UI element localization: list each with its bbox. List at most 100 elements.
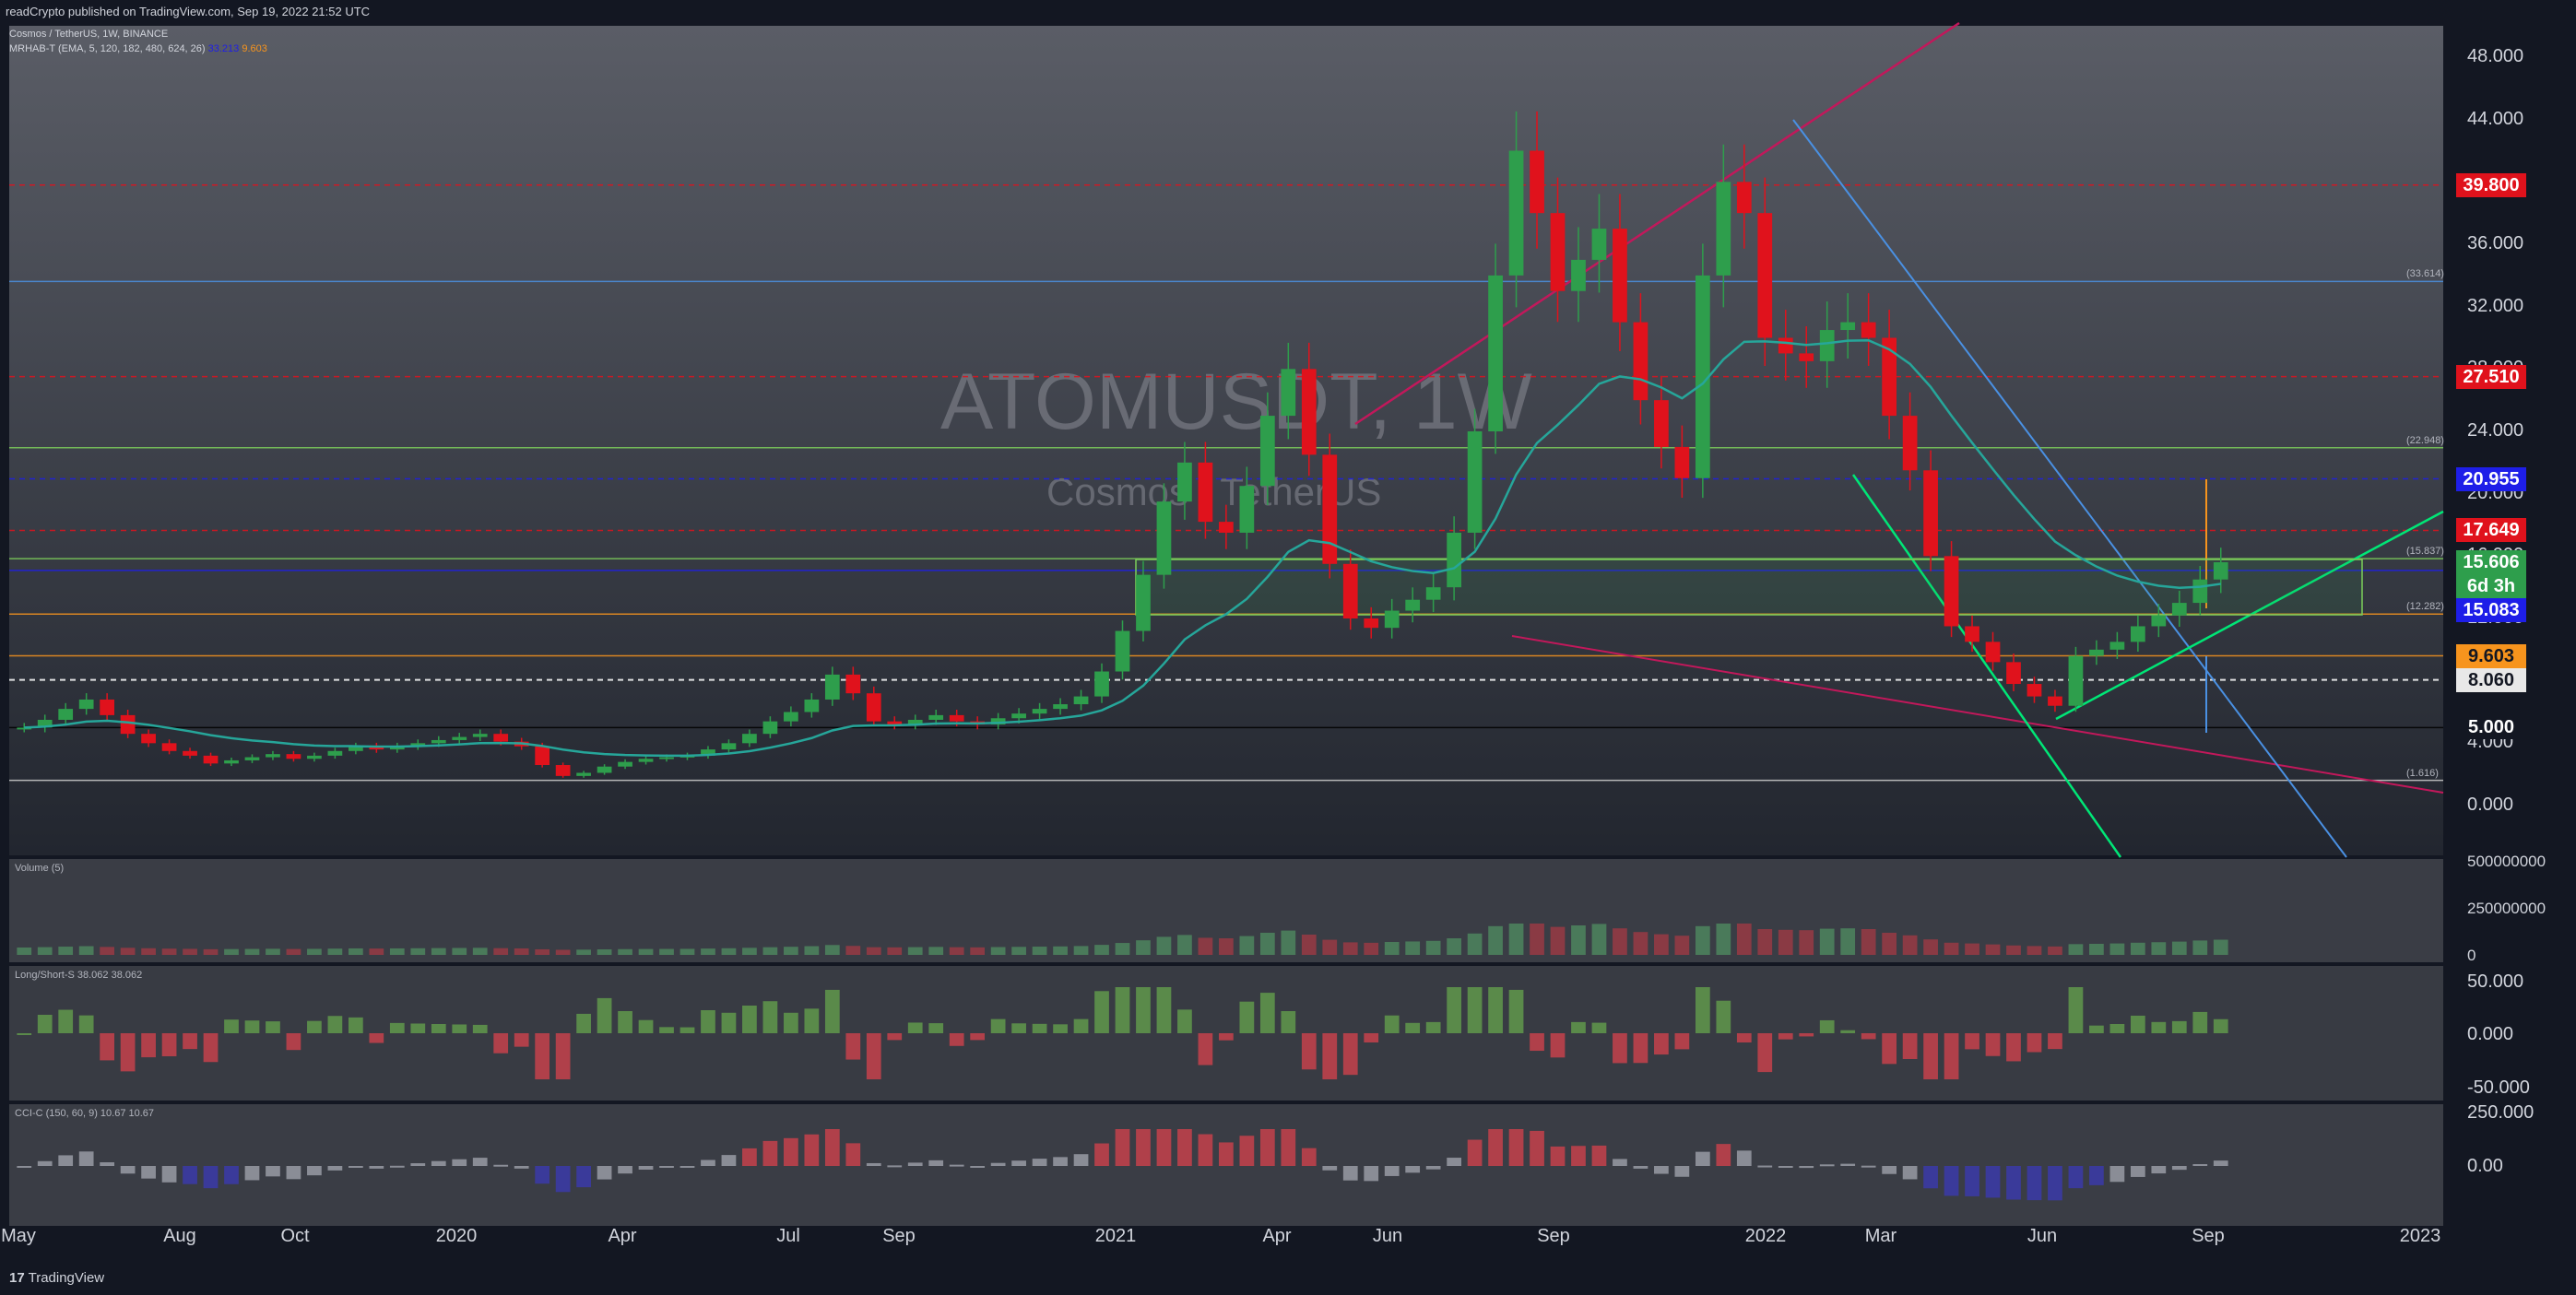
candle-body bbox=[1633, 322, 1648, 401]
longshort-bar bbox=[1156, 987, 1172, 1033]
longshort-bar bbox=[618, 1011, 632, 1033]
longshort-bar bbox=[866, 1033, 881, 1079]
volume-bar bbox=[2130, 942, 2145, 955]
cci-bar bbox=[327, 1166, 343, 1171]
cci-bar bbox=[1488, 1129, 1503, 1166]
longshort-bar bbox=[78, 1015, 94, 1033]
longshort-bar bbox=[1591, 1022, 1607, 1033]
cci-bar bbox=[1778, 1166, 1793, 1168]
longshort-bar bbox=[410, 1023, 426, 1033]
longshort-bar bbox=[824, 989, 840, 1033]
longshort-legend[interactable]: Long/Short-S 38.062 38.062 bbox=[15, 970, 142, 981]
longshort-bar bbox=[493, 1033, 509, 1054]
volume-bar bbox=[514, 948, 529, 955]
longshort-bar bbox=[1571, 1021, 1586, 1033]
cci-bar bbox=[866, 1162, 881, 1166]
longshort-bar bbox=[17, 1033, 32, 1035]
indicator-legend[interactable]: MRHAB-T (EMA, 5, 120, 182, 480, 624, 26)… bbox=[9, 43, 267, 54]
candle-body bbox=[555, 765, 571, 776]
volume-bar bbox=[576, 949, 591, 955]
longshort-bar bbox=[679, 1027, 695, 1033]
watermark-symbol: ATOMUSDT, 1W bbox=[940, 358, 1532, 446]
volume-bar bbox=[327, 948, 343, 955]
volume-bar bbox=[1177, 935, 1192, 955]
candle-body bbox=[2006, 662, 2021, 685]
tradingview-logo[interactable]: 17 TradingView bbox=[9, 1270, 104, 1286]
longshort-bar bbox=[1633, 1033, 1648, 1064]
longshort-bar bbox=[1799, 1033, 1814, 1037]
cci-bar bbox=[203, 1166, 219, 1189]
cci-bar bbox=[2089, 1166, 2104, 1185]
longshort-bar bbox=[327, 1016, 343, 1033]
cci-bar bbox=[431, 1160, 446, 1166]
cci-bar bbox=[161, 1166, 177, 1183]
price-tag: 8.060 bbox=[2456, 667, 2526, 692]
candle-body bbox=[1219, 522, 1234, 533]
cci-bar bbox=[1467, 1139, 1483, 1166]
longshort-bar bbox=[638, 1019, 654, 1033]
volume-bar bbox=[618, 948, 632, 955]
longshort-tick-low: -50.000 bbox=[2467, 1077, 2530, 1098]
volume-bar bbox=[431, 948, 446, 955]
cci-bar bbox=[1447, 1158, 1461, 1166]
cci-bar bbox=[701, 1160, 715, 1166]
candle-body bbox=[1239, 486, 1255, 533]
volume-bar bbox=[1736, 924, 1752, 955]
longshort-bar bbox=[845, 1033, 861, 1060]
candle-body bbox=[1799, 353, 1814, 361]
volume-bar bbox=[2048, 946, 2062, 955]
indicator-value-1: 33.213 bbox=[207, 43, 240, 54]
longshort-bar bbox=[1425, 1021, 1441, 1033]
cci-bar bbox=[1944, 1166, 1959, 1196]
candle-body bbox=[1613, 229, 1627, 323]
longshort-bar bbox=[1695, 987, 1710, 1033]
candle-body bbox=[824, 674, 840, 700]
longshort-bar bbox=[1530, 1033, 1544, 1052]
volume-bar bbox=[369, 948, 384, 955]
time-tick: Jun bbox=[1372, 1226, 1403, 1246]
volume-bar bbox=[701, 948, 715, 955]
cci-bar bbox=[1591, 1145, 1607, 1166]
volume-bar bbox=[1219, 938, 1234, 955]
volume-tick-zero: 0 bbox=[2467, 947, 2476, 964]
volume-bar bbox=[203, 948, 219, 955]
longshort-bar bbox=[1177, 1009, 1192, 1033]
cci-bar bbox=[1342, 1166, 1358, 1181]
cci-bar bbox=[1882, 1166, 1897, 1174]
volume-bar bbox=[1716, 924, 1731, 955]
longshort-bar bbox=[1322, 1033, 1338, 1079]
volume-bar bbox=[1488, 925, 1503, 955]
candle-body bbox=[58, 709, 74, 720]
candle-body bbox=[2192, 579, 2208, 604]
cci-bar bbox=[266, 1166, 280, 1177]
candle-body bbox=[2068, 655, 2084, 706]
volume-bar bbox=[928, 947, 944, 955]
volume-bar bbox=[452, 948, 467, 955]
cci-bar bbox=[493, 1164, 509, 1167]
price-chart[interactable]: ATOMUSDT, 1W Cosmos / TetherUS bbox=[0, 0, 2576, 1295]
cci-legend[interactable]: CCI-C (150, 60, 9) 10.67 10.67 bbox=[15, 1108, 154, 1119]
pair-legend[interactable]: Cosmos / TetherUS, 1W, BINANCE bbox=[9, 29, 168, 40]
cci-bar bbox=[452, 1159, 467, 1166]
volume-bar bbox=[1032, 947, 1047, 955]
candle-body bbox=[1550, 213, 1566, 291]
candle-body bbox=[266, 754, 280, 758]
longshort-bar bbox=[1778, 1033, 1793, 1040]
cci-bar bbox=[2109, 1166, 2125, 1183]
volume-bar bbox=[141, 948, 156, 955]
longshort-bar bbox=[307, 1020, 322, 1033]
longshort-bar bbox=[2151, 1021, 2167, 1033]
cci-bar bbox=[1384, 1166, 1400, 1176]
cci-bar bbox=[1508, 1129, 1524, 1166]
candle-body bbox=[2089, 649, 2104, 656]
longshort-bar bbox=[1840, 1030, 1856, 1033]
volume-bar bbox=[307, 948, 322, 955]
time-tick: Apr bbox=[608, 1226, 637, 1246]
volume-legend[interactable]: Volume (5) bbox=[15, 863, 64, 874]
cci-bar bbox=[2048, 1166, 2062, 1201]
cci-bar bbox=[1405, 1166, 1421, 1173]
candle-body bbox=[1094, 671, 1109, 697]
volume-bar bbox=[1198, 937, 1213, 955]
volume-bar bbox=[2109, 943, 2125, 955]
cci-bar bbox=[1985, 1166, 2001, 1198]
